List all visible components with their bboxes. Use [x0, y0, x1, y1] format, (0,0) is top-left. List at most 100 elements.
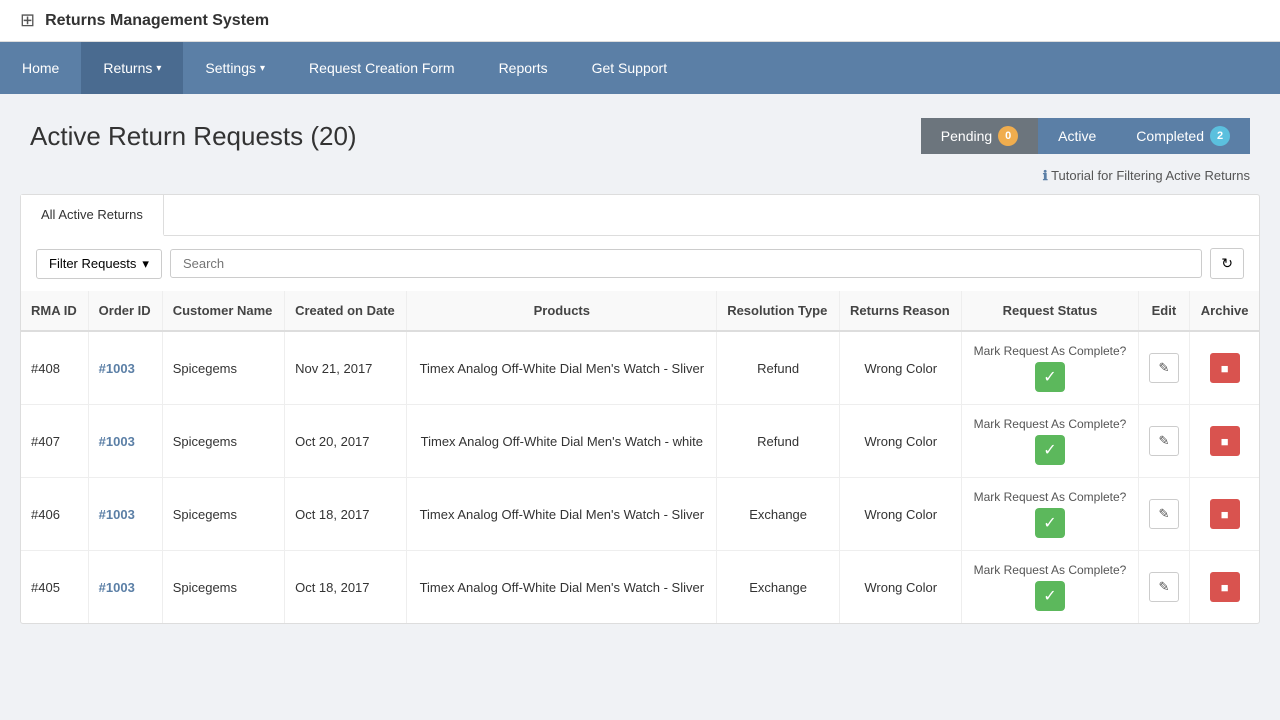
search-input[interactable] — [170, 249, 1202, 278]
nav-returns[interactable]: Returns ▾ — [81, 42, 183, 94]
col-request-status: Request Status — [962, 291, 1138, 331]
mark-complete-button[interactable]: ✓ — [1035, 362, 1065, 392]
mark-complete-text: Mark Request As Complete? — [972, 563, 1127, 577]
mark-complete-text: Mark Request As Complete? — [972, 490, 1127, 504]
filter-caret-icon: ▾ — [142, 256, 149, 272]
active-label: Active — [1058, 128, 1096, 144]
completed-button[interactable]: Completed 2 — [1116, 118, 1250, 154]
archive-icon: ■ — [1221, 361, 1229, 376]
cell-rma-id: #405 — [21, 551, 88, 624]
status-buttons: Pending 0 Active Completed 2 — [921, 118, 1250, 154]
cell-archive: ■ — [1190, 405, 1259, 478]
col-products: Products — [407, 291, 717, 331]
col-archive: Archive — [1190, 291, 1259, 331]
archive-icon: ■ — [1221, 434, 1229, 449]
cell-customer-name: Spicegems — [162, 551, 284, 624]
cell-rma-id: #406 — [21, 478, 88, 551]
archive-icon: ■ — [1221, 507, 1229, 522]
cell-returns-reason: Wrong Color — [840, 405, 962, 478]
cell-returns-reason: Wrong Color — [840, 551, 962, 624]
cell-customer-name: Spicegems — [162, 405, 284, 478]
archive-button[interactable]: ■ — [1210, 426, 1240, 456]
cell-edit: ✎ — [1138, 478, 1190, 551]
order-link[interactable]: #1003 — [99, 507, 135, 522]
archive-icon: ■ — [1221, 580, 1229, 595]
nav-reports[interactable]: Reports — [477, 42, 570, 94]
cell-order-id: #1003 — [88, 478, 162, 551]
mark-complete-text: Mark Request As Complete? — [972, 344, 1127, 358]
tutorial-row: ℹ Tutorial for Filtering Active Returns — [0, 164, 1280, 194]
tutorial-link[interactable]: Tutorial for Filtering Active Returns — [1051, 168, 1250, 183]
nav-settings[interactable]: Settings ▾ — [183, 42, 287, 94]
cell-rma-id: #407 — [21, 405, 88, 478]
table-row: #406 #1003 Spicegems Oct 18, 2017 Timex … — [21, 478, 1259, 551]
cell-customer-name: Spicegems — [162, 331, 284, 405]
cell-rma-id: #408 — [21, 331, 88, 405]
edit-button[interactable]: ✎ — [1149, 353, 1179, 383]
mark-complete-button[interactable]: ✓ — [1035, 435, 1065, 465]
edit-button[interactable]: ✎ — [1149, 426, 1179, 456]
pending-label: Pending — [941, 128, 992, 144]
returns-table: RMA ID Order ID Customer Name Created on… — [21, 291, 1259, 623]
filter-label: Filter Requests — [49, 256, 136, 271]
nav-request-creation-form[interactable]: Request Creation Form — [287, 42, 477, 94]
cell-archive: ■ — [1190, 478, 1259, 551]
cell-created-date: Oct 20, 2017 — [285, 405, 407, 478]
page-header: Active Return Requests (20) Pending 0 Ac… — [0, 94, 1280, 164]
order-link[interactable]: #1003 — [99, 434, 135, 449]
nav-home[interactable]: Home — [0, 42, 81, 94]
cell-request-status: Mark Request As Complete? ✓ — [962, 478, 1138, 551]
mark-complete-button[interactable]: ✓ — [1035, 581, 1065, 611]
cell-request-status: Mark Request As Complete? ✓ — [962, 405, 1138, 478]
cell-created-date: Nov 21, 2017 — [285, 331, 407, 405]
cell-order-id: #1003 — [88, 551, 162, 624]
table-row: #408 #1003 Spicegems Nov 21, 2017 Timex … — [21, 331, 1259, 405]
edit-button[interactable]: ✎ — [1149, 572, 1179, 602]
cell-returns-reason: Wrong Color — [840, 331, 962, 405]
cell-customer-name: Spicegems — [162, 478, 284, 551]
cell-archive: ■ — [1190, 331, 1259, 405]
edit-button[interactable]: ✎ — [1149, 499, 1179, 529]
cell-request-status: Mark Request As Complete? ✓ — [962, 331, 1138, 405]
cell-products: Timex Analog Off-White Dial Men's Watch … — [407, 478, 717, 551]
pending-button[interactable]: Pending 0 — [921, 118, 1038, 154]
col-order-id: Order ID — [88, 291, 162, 331]
cell-resolution-type: Exchange — [717, 478, 840, 551]
app-icon: ⊞ — [20, 10, 35, 31]
cell-resolution-type: Refund — [717, 405, 840, 478]
order-link[interactable]: #1003 — [99, 580, 135, 595]
cell-created-date: Oct 18, 2017 — [285, 551, 407, 624]
mark-complete-button[interactable]: ✓ — [1035, 508, 1065, 538]
toolbar: Filter Requests ▾ ↻ — [21, 236, 1259, 291]
completed-badge: 2 — [1210, 126, 1230, 146]
title-bar: ⊞ Returns Management System — [0, 0, 1280, 42]
refresh-button[interactable]: ↻ — [1210, 248, 1244, 279]
page-title: Active Return Requests (20) — [30, 121, 357, 152]
cell-resolution-type: Refund — [717, 331, 840, 405]
col-edit: Edit — [1138, 291, 1190, 331]
filter-button[interactable]: Filter Requests ▾ — [36, 249, 162, 279]
active-button[interactable]: Active — [1038, 118, 1116, 154]
cell-products: Timex Analog Off-White Dial Men's Watch … — [407, 331, 717, 405]
main-nav: Home Returns ▾ Settings ▾ Request Creati… — [0, 42, 1280, 94]
archive-button[interactable]: ■ — [1210, 353, 1240, 383]
cell-archive: ■ — [1190, 551, 1259, 624]
cell-edit: ✎ — [1138, 551, 1190, 624]
app-title: Returns Management System — [45, 12, 269, 30]
pending-badge: 0 — [998, 126, 1018, 146]
info-icon: ℹ — [1043, 168, 1048, 183]
refresh-icon: ↻ — [1221, 255, 1233, 271]
table-container: All Active Returns Filter Requests ▾ ↻ R… — [20, 194, 1260, 624]
archive-button[interactable]: ■ — [1210, 499, 1240, 529]
nav-get-support[interactable]: Get Support — [570, 42, 690, 94]
order-link[interactable]: #1003 — [99, 361, 135, 376]
archive-button[interactable]: ■ — [1210, 572, 1240, 602]
cell-order-id: #1003 — [88, 331, 162, 405]
edit-icon: ✎ — [1158, 433, 1169, 449]
cell-products: Timex Analog Off-White Dial Men's Watch … — [407, 551, 717, 624]
col-rma-id: RMA ID — [21, 291, 88, 331]
returns-caret-icon: ▾ — [156, 63, 161, 74]
tab-all-active-returns[interactable]: All Active Returns — [21, 195, 164, 236]
col-customer-name: Customer Name — [162, 291, 284, 331]
edit-icon: ✎ — [1158, 360, 1169, 376]
